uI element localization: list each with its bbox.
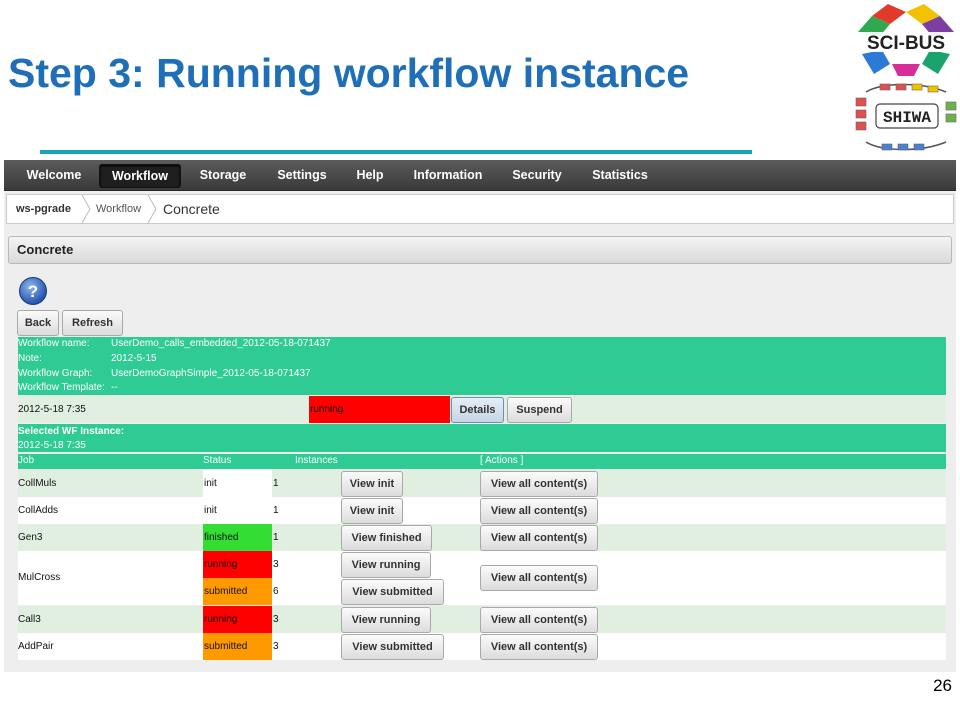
svg-text:SCI-BUS: SCI-BUS (867, 33, 945, 54)
breadcrumb-workflow[interactable]: Workflow (96, 195, 141, 223)
instance-status: running (309, 396, 450, 423)
panel-title: Concrete (17, 242, 74, 257)
view-submitted-button[interactable]: View submitted (341, 579, 444, 605)
view-all-contents-button[interactable]: View all content(s) (480, 634, 598, 660)
view-all-contents-button[interactable]: View all content(s) (480, 471, 598, 497)
job-status: init (203, 497, 272, 524)
view-all-contents-button[interactable]: View all content(s) (480, 565, 598, 591)
job-instance-count: 1 (273, 532, 279, 543)
job-instance-count: 3 (273, 559, 279, 570)
job-name: Call3 (18, 614, 41, 625)
help-icon[interactable]: ? (18, 276, 48, 306)
app-window: Welcome Workflow Storage Settings Help I… (4, 160, 956, 672)
job-status: init (203, 470, 272, 497)
workflow-graph-value: UserDemoGraphSimple_2012-05-18-071437 (111, 368, 311, 379)
view-finished-button[interactable]: View finished (341, 525, 432, 551)
column-actions: [ Actions ] (480, 455, 524, 466)
job-instance-count: 1 (273, 478, 279, 489)
refresh-button[interactable]: Refresh (62, 310, 123, 336)
menu-help[interactable]: Help (348, 164, 392, 186)
menu-settings[interactable]: Settings (268, 164, 336, 186)
selected-instance-band: Selected WF Instance: 2012-5-18 7:35 (18, 424, 946, 452)
job-name: MulCross (18, 572, 61, 583)
main-menu-bar: Welcome Workflow Storage Settings Help I… (4, 160, 956, 191)
job-table-header: Job Status Instances [ Actions ] (18, 454, 946, 469)
menu-storage[interactable]: Storage (190, 164, 256, 186)
view-all-contents-button[interactable]: View all content(s) (480, 498, 598, 524)
job-instance-count: 3 (273, 641, 279, 652)
menu-statistics[interactable]: Statistics (584, 164, 656, 186)
job-name: AddPair (18, 641, 54, 652)
workflow-graph-label: Workflow Graph: (18, 368, 93, 379)
breadcrumb: ws-pgrade Workflow Concrete (6, 194, 954, 224)
workflow-info-band: Workflow name: UserDemo_calls_embedded_2… (18, 337, 946, 395)
selected-instance-label: Selected WF Instance: (18, 426, 125, 437)
breadcrumb-concrete: Concrete (163, 201, 220, 217)
job-name: CollMuls (18, 478, 57, 489)
breadcrumb-ws-pgrade[interactable]: ws-pgrade (16, 195, 71, 223)
job-instance-count: 6 (273, 586, 279, 597)
workflow-template-label: Workflow Template: (18, 382, 105, 393)
view-init-button[interactable]: View init (341, 471, 403, 497)
workflow-note-value: 2012-5-15 (111, 353, 157, 364)
details-button[interactable]: Details (451, 397, 504, 423)
title-underline (40, 150, 752, 154)
panel-header: Concrete (8, 236, 952, 264)
scibus-logo: SCI-BUS (858, 4, 954, 76)
workflow-name-label: Workflow name: (18, 338, 90, 349)
suspend-button[interactable]: Suspend (507, 397, 572, 423)
breadcrumb-separator-icon (81, 195, 91, 223)
column-job: Job (18, 455, 35, 466)
job-name: Gen3 (18, 532, 43, 543)
view-running-button[interactable]: View running (341, 607, 431, 633)
view-running-button[interactable]: View running (341, 552, 431, 578)
job-status: submitted (203, 578, 272, 605)
slide-title: Step 3: Running workflow instance (8, 50, 690, 96)
job-status: running (203, 551, 272, 578)
back-button[interactable]: Back (17, 310, 59, 336)
svg-text:?: ? (28, 282, 38, 301)
page-number: 26 (933, 676, 952, 695)
breadcrumb-separator-icon (147, 195, 157, 223)
view-all-contents-button[interactable]: View all content(s) (480, 607, 598, 633)
job-status: running (203, 606, 272, 633)
view-init-button[interactable]: View init (341, 498, 403, 524)
menu-workflow[interactable]: Workflow (99, 164, 181, 188)
workflow-name-value: UserDemo_calls_embedded_2012-05-18-07143… (111, 338, 331, 349)
job-instance-count: 3 (273, 614, 279, 625)
column-instances: Instances (295, 455, 338, 466)
job-status: submitted (203, 633, 272, 660)
column-status: Status (203, 455, 232, 466)
svg-text:SHIWA: SHIWA (883, 109, 931, 127)
view-submitted-button[interactable]: View submitted (341, 634, 444, 660)
job-status: finished (203, 524, 272, 551)
workflow-note-label: Note: (18, 353, 42, 364)
job-name: CollAdds (18, 505, 59, 516)
menu-welcome[interactable]: Welcome (16, 164, 92, 186)
job-instance-count: 1 (273, 505, 279, 516)
instance-date: 2012-5-18 7:35 (18, 404, 86, 415)
menu-information[interactable]: Information (406, 164, 490, 186)
menu-security[interactable]: Security (504, 164, 570, 186)
shiwa-logo: SHIWA (855, 83, 957, 151)
view-all-contents-button[interactable]: View all content(s) (480, 525, 598, 551)
selected-instance-date: 2012-5-18 7:35 (18, 440, 86, 451)
workflow-template-value: -- (111, 382, 118, 393)
